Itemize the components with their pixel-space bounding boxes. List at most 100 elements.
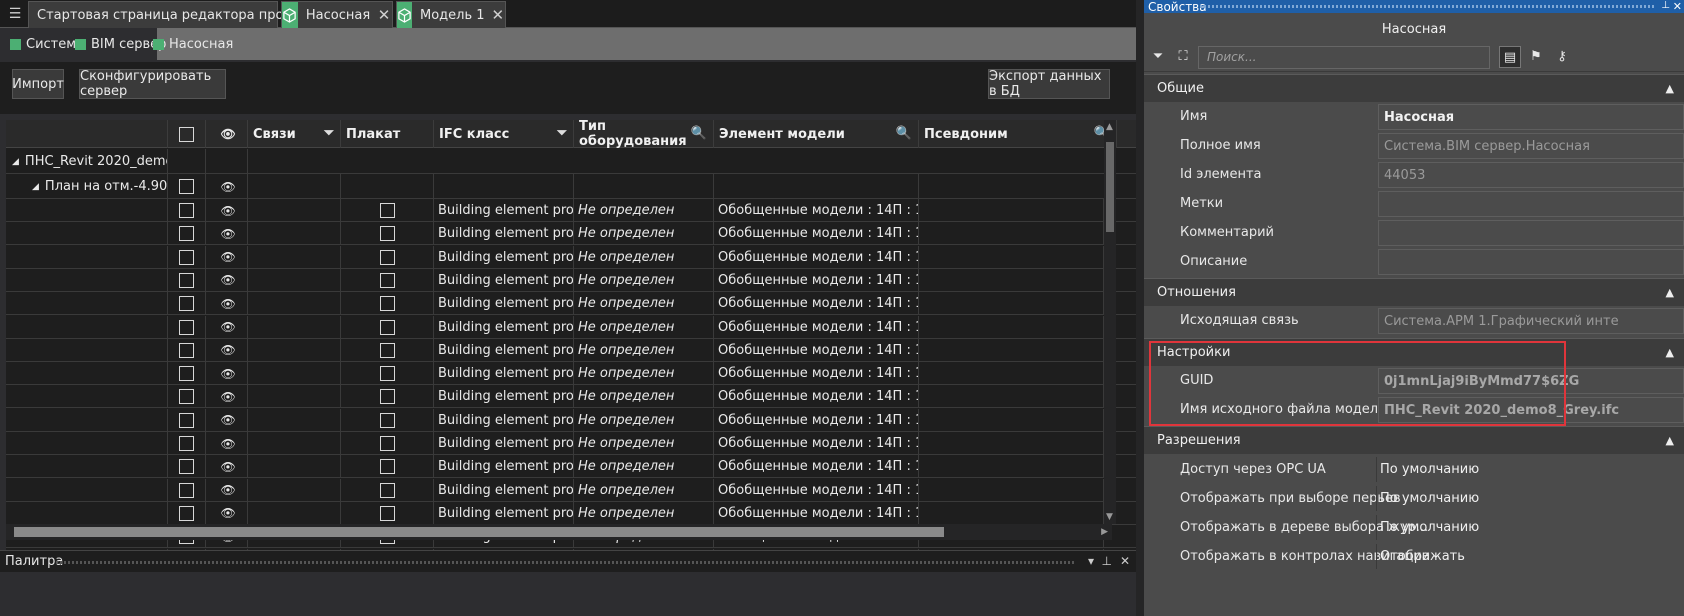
- section-relations[interactable]: Отношения ▲: [1144, 278, 1684, 306]
- key-icon[interactable]: ⚷: [1551, 46, 1573, 68]
- eye-icon[interactable]: 👁: [221, 181, 236, 193]
- prop-value-dropdown[interactable]: По умолчанию: [1380, 513, 1479, 542]
- poster-checkbox[interactable]: [379, 412, 395, 428]
- poster-checkbox[interactable]: [379, 436, 395, 451]
- close-icon[interactable]: ✕: [1673, 0, 1682, 13]
- scroll-down-icon[interactable]: ▼: [1106, 512, 1113, 522]
- eye-icon[interactable]: 👁: [221, 128, 236, 140]
- search-input[interactable]: Поиск...: [1198, 46, 1490, 69]
- import-button[interactable]: Импорт: [12, 69, 64, 99]
- expand-triangle-icon[interactable]: ◢: [32, 182, 39, 192]
- table-row[interactable]: 👁Building element proxyНе определенОбобщ…: [6, 362, 1206, 386]
- row-checkbox[interactable]: [179, 459, 194, 475]
- poster-checkbox[interactable]: [379, 203, 395, 218]
- palette-grip[interactable]: [56, 561, 1074, 564]
- col-ifc-class[interactable]: IFC класс ⏷: [434, 120, 574, 148]
- section-permissions[interactable]: Разрешения ▲: [1144, 426, 1684, 454]
- filter-icon[interactable]: ⏷: [1147, 46, 1169, 68]
- row-checkbox[interactable]: [179, 226, 194, 242]
- close-icon[interactable]: ✕: [491, 6, 505, 24]
- prop-value-dropdown[interactable]: Отображать: [1380, 542, 1465, 571]
- poster-checkbox[interactable]: [379, 342, 395, 358]
- pane-splitter[interactable]: [1136, 0, 1144, 616]
- poster-checkbox[interactable]: [379, 249, 395, 265]
- table-row[interactable]: 👁Building element proxyНе определенОбобщ…: [6, 432, 1206, 455]
- tab-nasosnaya[interactable]: Насосная ✕: [281, 1, 393, 28]
- scroll-thumb[interactable]: [1106, 142, 1114, 232]
- row-checkbox[interactable]: [179, 249, 194, 265]
- tree-row-root[interactable]: ◢ ПНС_Revit 2020_demo8_Gr: [6, 149, 1206, 174]
- table-row[interactable]: 👁Building element proxyНе определенОбобщ…: [6, 501, 1206, 525]
- row-checkbox[interactable]: [179, 272, 194, 288]
- table-row[interactable]: 👁Building element proxyНе определенОбобщ…: [6, 315, 1206, 339]
- eye-icon[interactable]: 👁: [221, 251, 236, 263]
- row-checkbox[interactable]: [179, 342, 194, 358]
- breadcrumb-item-system[interactable]: Система: [10, 33, 84, 55]
- table-row[interactable]: 👁Building element proxyНе определенОбобщ…: [6, 455, 1206, 479]
- eye-icon[interactable]: 👁: [221, 298, 236, 310]
- prop-value-dropdown[interactable]: По умолчанию: [1380, 484, 1479, 513]
- filter-settings-icon[interactable]: ⛶: [1172, 46, 1194, 68]
- pin-icon[interactable]: ⊥: [1661, 0, 1670, 11]
- search-icon[interactable]: 🔍: [691, 126, 707, 141]
- table-row[interactable]: 👁Building element proxyНе определенОбобщ…: [6, 292, 1206, 316]
- section-general[interactable]: Общие ▲: [1144, 74, 1684, 102]
- table-row[interactable]: 👁Building element proxyНе определенОбобщ…: [6, 385, 1206, 409]
- row-checkbox[interactable]: [179, 412, 194, 428]
- col-poster[interactable]: Плакат: [341, 120, 434, 148]
- flag-icon[interactable]: ⚑: [1525, 46, 1547, 68]
- row-checkbox[interactable]: [179, 179, 194, 194]
- prop-value-dropdown[interactable]: По умолчанию: [1380, 455, 1479, 484]
- col-model-element[interactable]: Элемент модели 🔍: [714, 120, 919, 148]
- expand-triangle-icon[interactable]: ◢: [12, 157, 19, 167]
- tree-row-level[interactable]: ◢ План на отм.-4.900 👁: [6, 174, 1206, 199]
- table-row[interactable]: 👁Building element proxyНе определенОбобщ…: [6, 478, 1206, 502]
- eye-icon[interactable]: 👁: [221, 507, 236, 519]
- prop-value-description-field[interactable]: [1378, 249, 1684, 275]
- col-links[interactable]: Связи ⏷: [248, 120, 341, 148]
- table-row[interactable]: 👁Building element proxyНе определенОбобщ…: [6, 245, 1206, 269]
- poster-checkbox[interactable]: [379, 319, 395, 335]
- breadcrumb-item-nasosnaya[interactable]: Насосная: [153, 33, 233, 55]
- eye-icon[interactable]: 👁: [221, 414, 236, 426]
- row-checkbox[interactable]: [179, 203, 194, 218]
- prop-value-comment-field[interactable]: [1378, 220, 1684, 246]
- eye-icon[interactable]: 👁: [221, 391, 236, 403]
- prop-value-name-field[interactable]: Насосная: [1378, 104, 1684, 130]
- configure-server-button[interactable]: Сконфигурировать сервер: [79, 69, 226, 99]
- row-checkbox[interactable]: [179, 389, 194, 405]
- table-row[interactable]: 👁Building element proxyНе определенОбобщ…: [6, 268, 1206, 292]
- poster-checkbox[interactable]: [379, 296, 395, 312]
- collapse-icon[interactable]: ▲: [1666, 346, 1674, 359]
- poster-checkbox[interactable]: [379, 272, 395, 288]
- poster-checkbox[interactable]: [379, 459, 395, 475]
- table-row[interactable]: 👁Building element proxyНе определенОбобщ…: [6, 222, 1206, 246]
- row-checkbox[interactable]: [179, 482, 194, 498]
- col-alias[interactable]: Псевдоним 🔍: [919, 120, 1117, 148]
- export-db-button[interactable]: Экспорт данных в БД: [988, 69, 1110, 99]
- table-row[interactable]: 👁Building element proxyНе определенОбобщ…: [6, 338, 1206, 362]
- close-icon[interactable]: ✕: [376, 6, 392, 24]
- eye-icon[interactable]: 👁: [221, 228, 236, 240]
- eye-icon[interactable]: 👁: [221, 274, 236, 286]
- row-checkbox[interactable]: [179, 436, 194, 451]
- collapse-icon[interactable]: ▲: [1666, 82, 1674, 95]
- table-row[interactable]: 👁Building element proxyНе определенОбобщ…: [6, 408, 1206, 432]
- eye-icon[interactable]: 👁: [221, 461, 236, 473]
- poster-checkbox[interactable]: [379, 366, 395, 382]
- row-checkbox[interactable]: [179, 505, 194, 521]
- poster-checkbox[interactable]: [379, 482, 395, 498]
- scroll-thumb[interactable]: [14, 527, 944, 537]
- poster-checkbox[interactable]: [379, 389, 395, 405]
- poster-checkbox[interactable]: [379, 226, 395, 242]
- eye-icon[interactable]: 👁: [221, 205, 236, 217]
- vertical-scrollbar[interactable]: ▲ ▼: [1104, 120, 1116, 524]
- pin-icon[interactable]: ⊥: [1102, 554, 1112, 568]
- filter-icon[interactable]: ⏷: [324, 126, 334, 141]
- col-equipment-type[interactable]: Тип оборудования 🔍: [574, 120, 714, 149]
- dropdown-icon[interactable]: ▾: [1088, 554, 1094, 568]
- eye-icon[interactable]: 👁: [221, 484, 236, 496]
- collapse-icon[interactable]: ▲: [1666, 286, 1674, 299]
- poster-checkbox[interactable]: [379, 505, 395, 521]
- horizontal-scrollbar[interactable]: ▶: [6, 524, 1112, 540]
